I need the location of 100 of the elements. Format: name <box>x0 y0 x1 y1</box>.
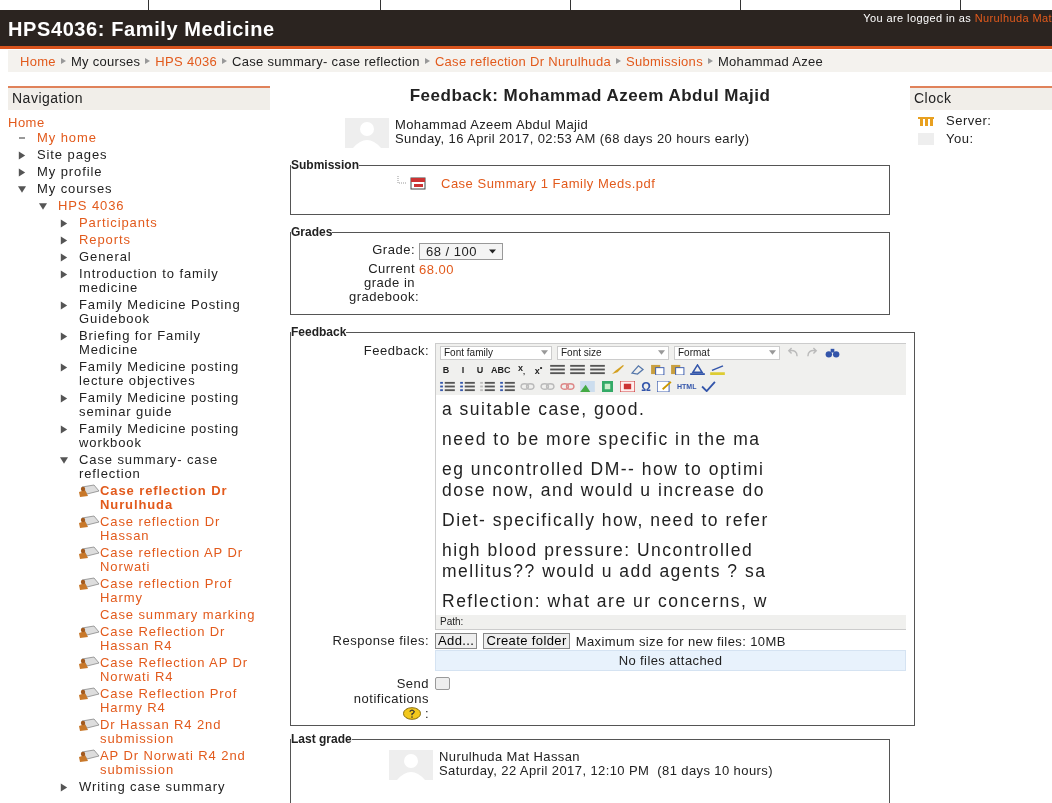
add-button[interactable]: Add... <box>435 633 478 649</box>
nav-item[interactable]: Introduction to family medicine <box>79 267 262 295</box>
nav-link[interactable]: Case Reflection Prof Harmy R4 <box>100 687 262 715</box>
expand-arrow-icon[interactable] <box>60 218 68 228</box>
expand-arrow-icon[interactable] <box>60 393 68 403</box>
assignment-icon <box>78 749 100 763</box>
assignment-icon <box>78 718 100 732</box>
toolbar-select[interactable]: Font size <box>557 345 669 360</box>
expand-arrow-icon[interactable] <box>18 167 26 177</box>
expand-arrow-icon[interactable] <box>60 362 68 372</box>
login-info: You are logged in as Nurulhuda Mat <box>863 11 1052 26</box>
nav-item[interactable]: Family Medicine posting lecture objectives <box>79 360 262 388</box>
special-character-button[interactable]: Ω <box>640 379 652 394</box>
nav-link[interactable]: My home <box>37 131 262 145</box>
nav-item[interactable]: Writing case summary <box>79 780 262 794</box>
dropdown-icon <box>541 350 548 355</box>
paste-icon[interactable] <box>649 364 665 375</box>
nav-link[interactable]: Dr Hassan R4 2nd submission <box>100 718 262 746</box>
list-icon[interactable] <box>440 381 455 392</box>
nav-item[interactable]: Family Medicine posting seminar guide <box>79 391 262 419</box>
user-link[interactable]: Nurulhuda Mat <box>974 12 1052 24</box>
page-title: Feedback: Mohammad Azeem Abdul Majid <box>408 86 772 106</box>
assignment-icon <box>78 546 100 560</box>
grade-date: Saturday, 22 April 2017, 12:10 PM (81 days 10 hours) <box>439 764 773 778</box>
align-icon[interactable] <box>549 364 565 375</box>
collapse-arrow-icon[interactable] <box>38 202 48 210</box>
nav-link[interactable]: Case Reflection Dr Hassan R4 <box>100 625 262 653</box>
list-icon[interactable] <box>480 381 495 392</box>
align-icon[interactable] <box>569 364 585 375</box>
align-icon[interactable] <box>589 364 605 375</box>
feedback-label: Feedback: <box>362 343 429 358</box>
nav-item[interactable]: Family Medicine Posting Guidebook <box>79 298 262 326</box>
nav-item[interactable]: Briefing for Family Medicine <box>79 329 262 357</box>
file-link[interactable]: Case Summary 1 Family Meds.pdf <box>441 176 656 191</box>
nav-item[interactable]: General <box>79 250 262 264</box>
format-button[interactable]: U <box>474 364 486 375</box>
toolbar-select[interactable]: Font family <box>440 345 552 360</box>
dropdown-icon <box>489 249 496 254</box>
separator-icon <box>145 58 151 64</box>
format-button[interactable]: B <box>440 364 452 375</box>
expand-arrow-icon[interactable] <box>60 252 68 262</box>
expand-arrow-icon[interactable] <box>60 300 68 310</box>
nav-link[interactable]: Reports <box>79 233 262 247</box>
assignment-icon <box>78 687 100 701</box>
list-icon[interactable] <box>500 381 515 392</box>
feedback-text-line: dose now, and would u increase do <box>442 480 766 501</box>
course-title: HPS4036: Family Medicine <box>8 18 275 42</box>
clock-label: You: <box>946 131 974 146</box>
nav-link[interactable]: Case reflection Dr Hassan <box>100 515 262 543</box>
collapse-arrow-icon[interactable] <box>59 456 69 464</box>
binoculars-icon[interactable] <box>825 347 840 358</box>
collapse-arrow-icon[interactable] <box>17 185 27 193</box>
nav-item[interactable]: Family Medicine posting workbook <box>79 422 262 450</box>
nav-link[interactable]: Case Reflection AP Dr Norwati R4 <box>100 656 262 684</box>
grade-select[interactable]: 68 / 100 <box>419 243 503 260</box>
nav-item[interactable]: Site pages <box>37 148 262 162</box>
list-icon[interactable] <box>460 381 475 392</box>
expand-arrow-icon[interactable] <box>60 424 68 434</box>
nav-link[interactable]: Participants <box>79 216 262 230</box>
expand-arrow-icon[interactable] <box>60 782 68 792</box>
format-button[interactable]: x$^{•}$ <box>532 363 545 376</box>
help-icon[interactable] <box>402 707 421 720</box>
expand-arrow-icon[interactable] <box>60 269 68 279</box>
home-link[interactable]: Home <box>8 114 270 131</box>
nav-item[interactable]: My courses <box>37 182 262 196</box>
checkbox[interactable] <box>435 677 450 690</box>
nav-link[interactable]: Case reflection Prof Harmy <box>100 577 262 605</box>
embed-icon[interactable] <box>620 381 635 392</box>
nav-link[interactable]: Case reflection AP Dr Norwati <box>100 546 262 574</box>
dropdown-icon <box>769 350 776 355</box>
max-size-note: Maximum size for new files: 10MB <box>575 633 786 649</box>
nav-link[interactable]: AP Dr Norwati R4 2nd submission <box>100 749 262 777</box>
create-folder-button[interactable]: Create folder <box>483 633 570 649</box>
media-icon[interactable] <box>600 381 615 392</box>
separator-icon <box>424 58 430 64</box>
text-color-icon[interactable] <box>689 364 705 375</box>
format-button[interactable]: x$_{,}$ <box>515 363 528 376</box>
nav-link[interactable]: HPS 4036 <box>58 199 262 213</box>
separator-icon <box>222 58 228 64</box>
expand-arrow-icon[interactable] <box>18 150 26 160</box>
spellcheck-icon[interactable] <box>701 381 717 392</box>
grader-name: Nurulhuda Mat Hassan <box>439 750 581 764</box>
nav-link[interactable]: Case reflection Dr Nurulhuda <box>100 484 262 512</box>
nav-item[interactable]: Case summary- case reflection <box>79 453 262 481</box>
current-grade-value[interactable]: 68.00 <box>419 262 455 277</box>
format-button[interactable]: ABC <box>491 364 511 375</box>
breadcrumb-item: Mohammad Azee <box>717 53 823 69</box>
expand-arrow-icon[interactable] <box>60 331 68 341</box>
path-label: Path: <box>440 616 464 627</box>
nav-item[interactable]: My profile <box>37 165 262 179</box>
edit-icon[interactable] <box>657 381 672 392</box>
section-legend: Submission <box>291 158 359 172</box>
section-legend: Feedback <box>291 325 347 339</box>
format-button[interactable]: I <box>457 364 469 375</box>
highlight-icon[interactable] <box>709 364 725 375</box>
toolbar-select[interactable]: Format <box>674 345 780 360</box>
eraser-icon[interactable] <box>629 364 645 375</box>
expand-arrow-icon[interactable] <box>60 235 68 245</box>
paste-icon[interactable] <box>669 364 685 375</box>
nav-link[interactable]: Case summary marking <box>100 608 262 622</box>
